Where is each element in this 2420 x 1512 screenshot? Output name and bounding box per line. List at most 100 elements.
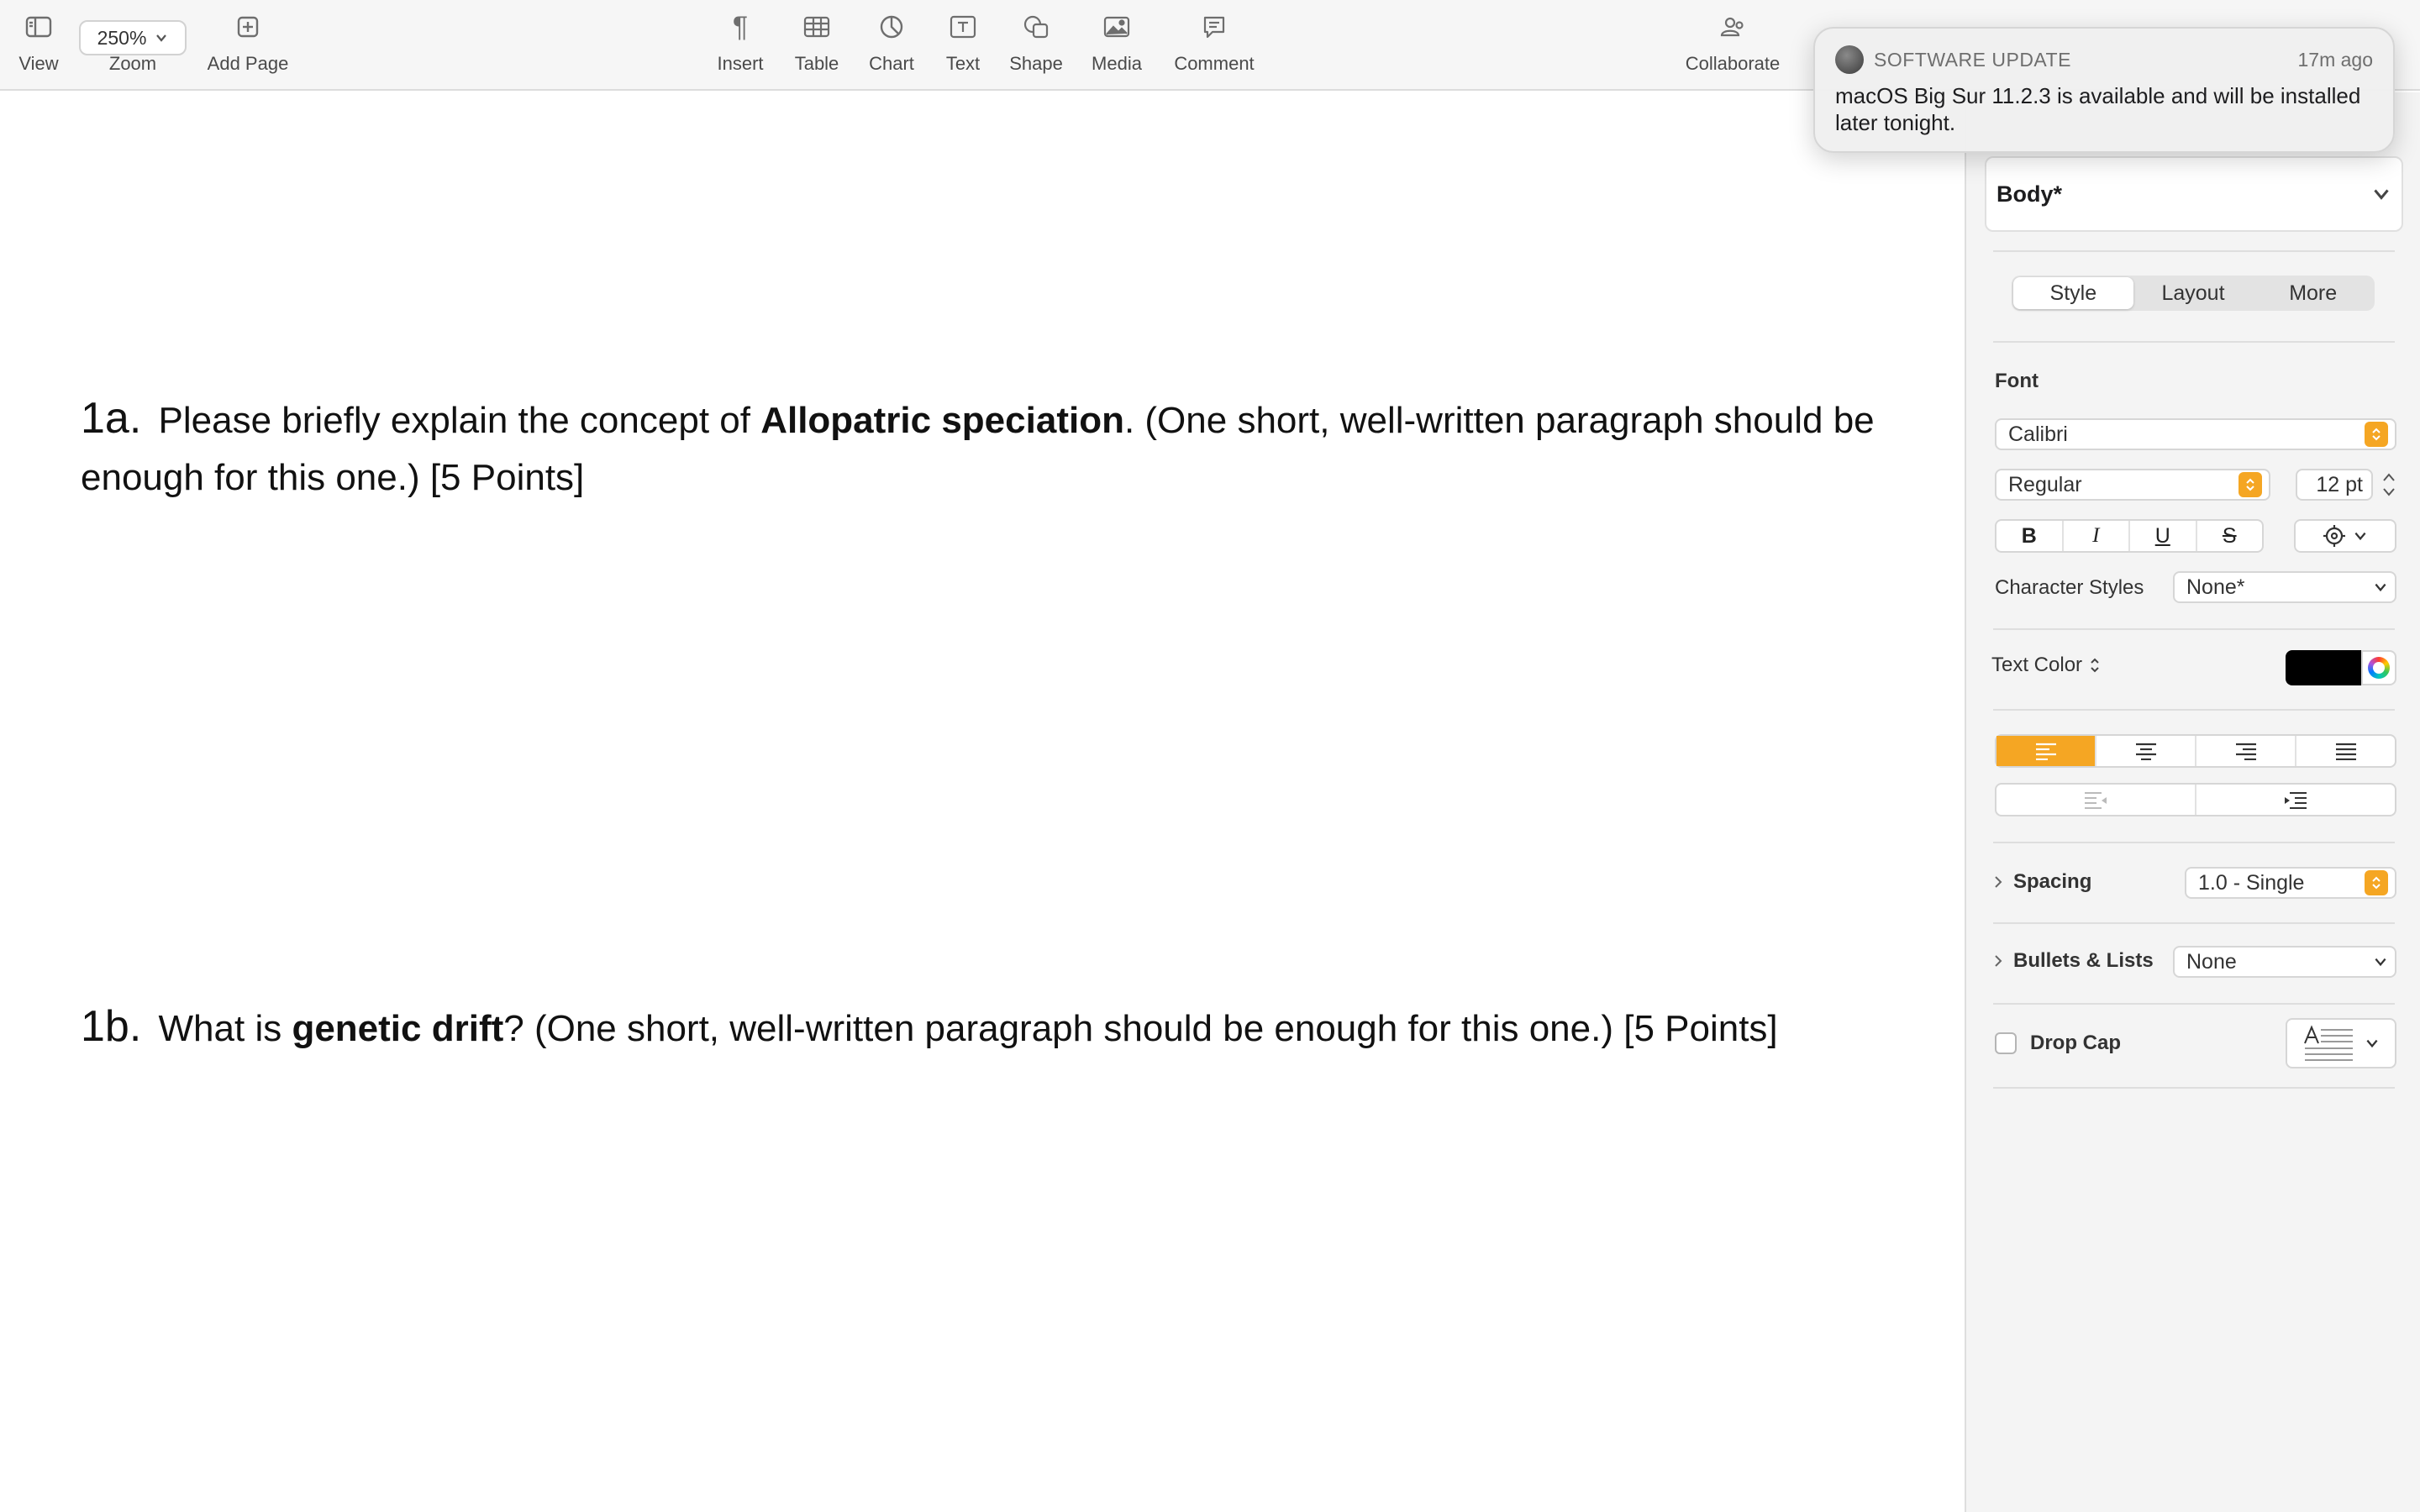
- chart-button[interactable]: Chart: [864, 0, 919, 91]
- drop-cap-label: Drop Cap: [2030, 1032, 2121, 1054]
- insert-button[interactable]: ¶ Insert: [711, 0, 770, 91]
- indent-icon: [2285, 792, 2307, 809]
- question-number: 1b.: [81, 1002, 142, 1051]
- media-button[interactable]: Media: [1087, 0, 1146, 91]
- paragraph-style-value: Body*: [1996, 181, 2063, 207]
- question-key-term: Allopatric speciation: [760, 400, 1124, 441]
- chevron-down-icon: [2366, 1039, 2378, 1048]
- text-color-label[interactable]: Text Color: [1991, 654, 2101, 677]
- up-down-arrows-icon: [2365, 870, 2388, 895]
- bullets-popup[interactable]: None: [2173, 946, 2396, 978]
- text-button[interactable]: Text: [939, 0, 986, 91]
- tab-layout[interactable]: Layout: [2133, 277, 2254, 309]
- view-button[interactable]: View: [15, 0, 62, 91]
- notification-body: macOS Big Sur 11.2.3 is available and wi…: [1835, 83, 2361, 135]
- gear-icon: [2323, 525, 2345, 547]
- divider: [1993, 628, 2395, 630]
- character-styles-label: Character Styles: [1995, 576, 2144, 599]
- software-update-notification[interactable]: SOFTWARE UPDATE 17m ago macOS Big Sur 11…: [1813, 27, 2395, 153]
- align-right-button[interactable]: [2196, 736, 2296, 766]
- font-size-stepper[interactable]: [2378, 467, 2400, 502]
- text-color-well[interactable]: [2286, 650, 2361, 685]
- chart-label: Chart: [869, 53, 914, 74]
- color-wheel-button[interactable]: [2361, 650, 2396, 685]
- font-size-value: 12 pt: [2316, 472, 2363, 496]
- comment-label: Comment: [1174, 53, 1255, 74]
- font-family-popup[interactable]: Calibri: [1995, 418, 2396, 450]
- justify-button[interactable]: [2296, 736, 2395, 766]
- document-canvas[interactable]: 1a. Please briefly explain the concept o…: [0, 92, 1965, 1512]
- insert-label: Insert: [717, 53, 764, 74]
- alignment-buttons: [1995, 734, 2396, 768]
- bold-button[interactable]: B: [1996, 521, 2064, 551]
- shape-label: Shape: [1009, 53, 1063, 74]
- comment-icon: [1202, 0, 1227, 54]
- spacing-value: 1.0 - Single: [2198, 870, 2305, 895]
- sidebar-icon: [25, 0, 52, 54]
- text-style-buttons: B I U S: [1995, 519, 2264, 553]
- strikethrough-button[interactable]: S: [2197, 521, 2263, 551]
- character-styles-popup[interactable]: None*: [2173, 571, 2396, 603]
- format-tabs: Style Layout More: [2012, 276, 2375, 311]
- question-number: 1a.: [81, 394, 142, 443]
- shape-icon: [1023, 0, 1050, 54]
- add-page-icon: [237, 0, 259, 54]
- bullets-label: Bullets & Lists: [2013, 949, 2154, 972]
- font-size-field[interactable]: 12 pt: [2296, 469, 2373, 501]
- drop-cap-checkbox[interactable]: [1995, 1032, 2017, 1054]
- chevron-down-icon: [2375, 583, 2386, 592]
- italic-button[interactable]: I: [2064, 521, 2130, 551]
- question-1b[interactable]: 1b. What is genetic drift? (One short, w…: [81, 998, 1912, 1058]
- add-page-button[interactable]: Add Page: [202, 0, 294, 91]
- up-down-arrows-icon: [2091, 658, 2099, 673]
- character-styles-value: None*: [2186, 575, 2245, 599]
- increase-indent-button[interactable]: [2196, 785, 2395, 815]
- collaborate-button[interactable]: Collaborate: [1681, 0, 1785, 91]
- font-heading: Font: [1995, 370, 2039, 392]
- font-weight-popup[interactable]: Regular: [1995, 469, 2270, 501]
- software-update-icon: [1835, 45, 1864, 74]
- table-button[interactable]: Table: [788, 0, 845, 91]
- bullets-disclosure[interactable]: Bullets & Lists: [1993, 949, 2154, 973]
- spacing-label: Spacing: [2013, 870, 2092, 893]
- question-1a[interactable]: 1a. Please briefly explain the concept o…: [81, 390, 1912, 507]
- decrease-indent-button[interactable]: [1996, 785, 2196, 815]
- divider: [1993, 1087, 2395, 1089]
- question-text-start: What is: [158, 1008, 292, 1049]
- zoom-popup[interactable]: 250%: [79, 20, 187, 55]
- zoom-control[interactable]: 250% Zoom: [79, 0, 187, 91]
- align-left-button[interactable]: [1996, 736, 2096, 766]
- align-right-icon: [2235, 743, 2256, 760]
- paragraph-style-popup[interactable]: Body*: [1985, 156, 2403, 232]
- spacing-disclosure[interactable]: Spacing: [1993, 870, 2091, 894]
- advanced-options-button[interactable]: [2294, 519, 2396, 553]
- up-down-arrows-icon: [2238, 472, 2262, 497]
- media-label: Media: [1092, 53, 1142, 74]
- tab-style[interactable]: Style: [2013, 277, 2133, 309]
- divider: [1993, 341, 2395, 343]
- chevron-down-icon: [2374, 189, 2389, 200]
- align-center-button[interactable]: [2096, 736, 2196, 766]
- table-icon: [803, 0, 830, 54]
- divider: [1993, 709, 2395, 711]
- question-key-term: genetic drift: [292, 1008, 504, 1049]
- chevron-right-icon: [1995, 955, 2002, 967]
- color-wheel-icon: [2368, 657, 2390, 679]
- notification-app-name: SOFTWARE UPDATE: [1874, 48, 2071, 71]
- bullets-value: None: [2186, 949, 2237, 974]
- view-label: View: [18, 53, 59, 74]
- collaborate-icon: [1719, 0, 1746, 54]
- question-text-start: Please briefly explain the concept of: [158, 400, 761, 441]
- chart-icon: [879, 0, 904, 54]
- spacing-popup[interactable]: 1.0 - Single: [2185, 867, 2396, 899]
- divider: [1993, 922, 2395, 924]
- comment-button[interactable]: Comment: [1168, 0, 1260, 91]
- underline-button[interactable]: U: [2130, 521, 2197, 551]
- tab-more[interactable]: More: [2253, 277, 2373, 309]
- drop-cap-style-popup[interactable]: [2286, 1018, 2396, 1068]
- justify-icon: [2335, 743, 2356, 760]
- shape-button[interactable]: Shape: [1005, 0, 1067, 91]
- pilcrow-icon: ¶: [732, 10, 749, 43]
- up-down-arrows-icon: [2365, 422, 2388, 447]
- notification-time: 17m ago: [2297, 48, 2373, 71]
